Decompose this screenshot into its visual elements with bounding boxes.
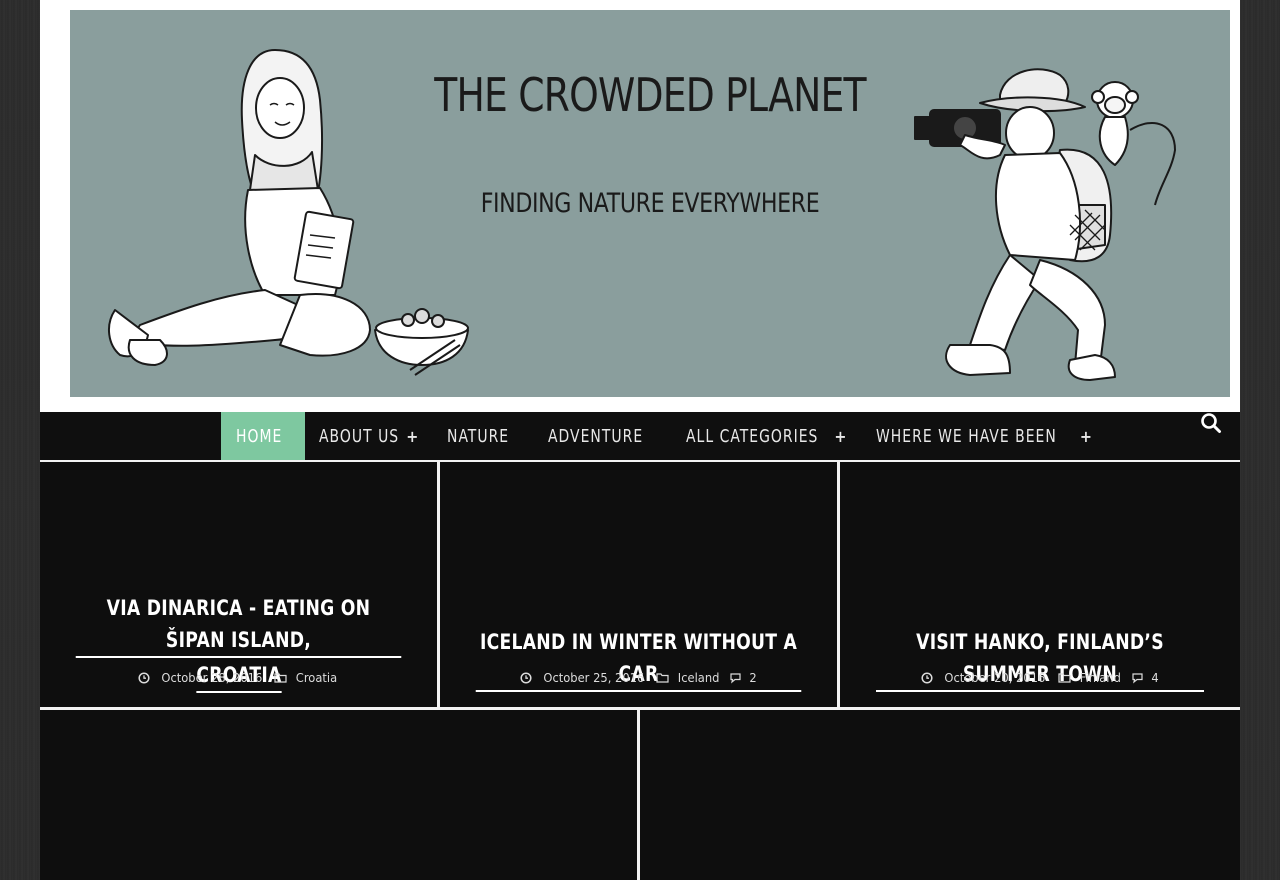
clock-icon (921, 671, 933, 684)
post-date-text: October 28, 2016 (161, 670, 262, 685)
post-card[interactable]: ICELAND IN WINTER WITHOUT A CAR October … (440, 462, 837, 707)
nav-item-label: ADVENTURE (547, 425, 643, 447)
main-navigation: HOME ABOUT US + NATURE ADVENTURE ALL CAT… (40, 412, 1240, 462)
folder-icon (274, 673, 287, 683)
site-header: THE CROWDED PLANET FINDING NATURE EVERYW… (40, 0, 1240, 412)
comment-icon (1132, 672, 1143, 684)
folder-icon (1058, 673, 1071, 683)
post-date: October 28, 2016 (138, 670, 267, 685)
plus-icon: + (1079, 426, 1094, 446)
nav-item-about-us[interactable]: ABOUT US + (305, 412, 434, 460)
nav-item-label: NATURE (447, 425, 510, 447)
folder-icon (656, 673, 669, 683)
photographer-illustration (914, 68, 1176, 381)
post-category[interactable]: Iceland (656, 670, 721, 685)
post-meta: October 28, 2016 Croatia (40, 670, 437, 685)
nav-item-label: WHERE WE HAVE BEEN (875, 425, 1057, 447)
post-date: October 25, 2016 (520, 670, 649, 685)
plus-icon: + (834, 426, 848, 446)
comment-icon (730, 672, 742, 684)
post-category-text[interactable]: Iceland (678, 670, 720, 685)
clock-icon (520, 671, 532, 684)
nav-item-home[interactable]: HOME (221, 412, 305, 460)
post-date: October 20, 2016 (921, 670, 1050, 685)
post-date-text: October 20, 2016 (944, 670, 1046, 685)
post-comments[interactable]: 4 (1131, 670, 1159, 685)
post-category[interactable]: Finland (1058, 670, 1123, 685)
post-card[interactable] (40, 710, 637, 880)
nav-item-where-we-have-been[interactable]: WHERE WE HAVE BEEN + (862, 412, 1108, 460)
nav-item-nature[interactable]: NATURE (433, 412, 533, 460)
post-meta: October 25, 2016 Iceland 2 (440, 670, 837, 685)
nav-item-label: HOME (236, 425, 283, 447)
post-category-text[interactable]: Croatia (296, 670, 337, 685)
clock-icon (138, 671, 150, 684)
site-banner[interactable]: THE CROWDED PLANET FINDING NATURE EVERYW… (70, 10, 1230, 397)
card-divider (837, 462, 840, 707)
post-comments[interactable]: 2 (729, 670, 757, 685)
post-category[interactable]: Croatia (274, 670, 339, 685)
nav-item-label: ALL CATEGORIES (686, 425, 819, 447)
post-card[interactable] (640, 710, 1240, 880)
search-icon[interactable] (1200, 412, 1222, 434)
plus-icon: + (406, 426, 420, 446)
post-comments-count[interactable]: 4 (1151, 670, 1158, 685)
post-comments-count[interactable]: 2 (750, 670, 757, 685)
woman-illustration (108, 49, 469, 376)
nav-item-adventure[interactable]: ADVENTURE (534, 412, 673, 460)
nav-menu: HOME ABOUT US + NATURE ADVENTURE ALL CAT… (221, 412, 1107, 460)
post-title-line[interactable]: VIA DINARICA - EATING ON ŠIPAN ISLAND, (75, 592, 402, 658)
post-date-text: October 25, 2016 (542, 670, 644, 685)
post-card[interactable]: VIA DINARICA - EATING ON ŠIPAN ISLAND, C… (40, 462, 437, 707)
nav-item-all-categories[interactable]: ALL CATEGORIES + (672, 412, 861, 460)
post-card[interactable]: VISIT HANKO, FINLAND’S SUMMER TOWN Octob… (840, 462, 1240, 707)
post-category-text[interactable]: Finland (1080, 670, 1121, 685)
card-divider (437, 462, 440, 707)
page-container: THE CROWDED PLANET FINDING NATURE EVERYW… (40, 0, 1240, 880)
post-meta: October 20, 2016 Finland 4 (840, 670, 1240, 685)
nav-item-label: ABOUT US (318, 425, 400, 447)
